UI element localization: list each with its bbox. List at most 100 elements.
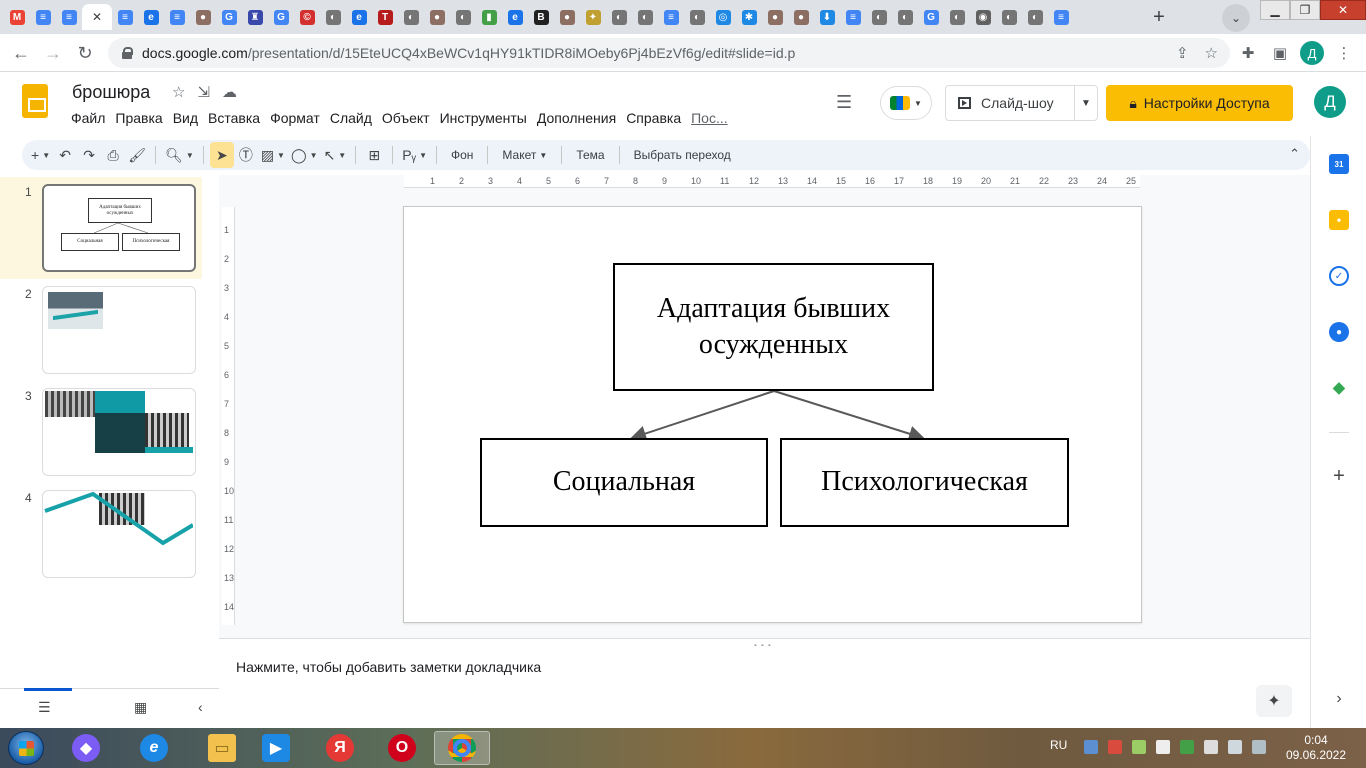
account-avatar[interactable]: Д (1314, 86, 1346, 118)
comments-icon[interactable]: ☰ (836, 92, 852, 113)
diagram-left-box[interactable]: Социальная (480, 438, 768, 527)
speaker-notes[interactable]: Нажмите, чтобы добавить заметки докладчи… (219, 646, 1310, 728)
share-page-icon[interactable]: ⇪ (1176, 44, 1189, 62)
url-input[interactable]: docs.google.com/presentation/d/15EteUCQ4… (108, 38, 1230, 68)
add-addon-icon[interactable]: + (1329, 465, 1349, 487)
browser-tab[interactable]: ⬇ (814, 4, 840, 30)
browser-tab[interactable]: B (528, 4, 554, 30)
browser-tab[interactable]: G (918, 4, 944, 30)
browser-tab[interactable]: ≡ (1048, 4, 1074, 30)
browser-tab[interactable]: ◐ (866, 4, 892, 30)
current-slide[interactable]: Адаптация бывших осужденных Социальная П… (403, 206, 1142, 623)
minimize-button[interactable]: ▁ (1260, 0, 1290, 20)
theme-button[interactable]: Тема (568, 142, 612, 168)
browser-tab[interactable]: ◐ (320, 4, 346, 30)
contacts-icon[interactable]: ● (1329, 322, 1349, 342)
calendar-icon[interactable]: 31 (1329, 154, 1349, 174)
menu-item[interactable]: Формат (265, 110, 325, 126)
taskbar-file-explorer[interactable]: ▭ (194, 731, 250, 765)
extensions-puzzle-icon[interactable]: ✚ (1238, 43, 1258, 63)
side-panel-icon[interactable]: ▣ (1270, 43, 1290, 63)
expand-side-panel-icon[interactable]: › (1329, 689, 1349, 709)
browser-tab[interactable]: ● (424, 4, 450, 30)
menu-item[interactable]: Файл (66, 110, 110, 126)
browser-tab[interactable]: ◐ (450, 4, 476, 30)
diagram-right-box[interactable]: Психологическая (780, 438, 1069, 527)
browser-tab[interactable]: ◐ (996, 4, 1022, 30)
comment-add-icon[interactable]: ⊞ (362, 142, 386, 168)
zoom-icon[interactable]: 🔍︎ ▼ (162, 142, 197, 168)
browser-tab[interactable]: G (268, 4, 294, 30)
browser-tab[interactable]: T (372, 4, 398, 30)
browser-tab[interactable]: ♜ (242, 4, 268, 30)
share-button[interactable]: 🔒︎ Настройки Доступа (1106, 85, 1293, 121)
language-indicator[interactable]: RU (1050, 738, 1067, 752)
layout-button[interactable]: Макет ▼ (494, 142, 555, 168)
tab-search-button[interactable]: ⌄ (1222, 4, 1250, 32)
notes-placeholder[interactable]: Нажмите, чтобы добавить заметки докладчи… (236, 659, 541, 675)
network-signal-icon[interactable] (1228, 740, 1242, 754)
text-box-icon[interactable]: Ⓣ (234, 142, 258, 168)
input-tools-icon[interactable]: Pᵧ ▼ (399, 142, 430, 168)
print-icon[interactable]: ⎙ (101, 142, 125, 168)
menu-item[interactable]: Справка (621, 110, 686, 126)
shape-icon[interactable]: ◯ ▼ (288, 142, 321, 168)
close-tab-icon[interactable]: ✕ (90, 10, 105, 25)
volume-icon[interactable] (1156, 740, 1170, 754)
maps-pin-icon[interactable]: ⬥ (1329, 378, 1349, 398)
diagram-top-box[interactable]: Адаптация бывших осужденных (613, 263, 934, 391)
explore-assist-icon[interactable]: ✦ (1256, 685, 1292, 717)
filmstrip-view-icon[interactable]: ☰ (38, 699, 51, 716)
meet-button[interactable]: ▼ (880, 86, 932, 120)
taskbar-chrome[interactable] (434, 731, 490, 765)
window-close-button[interactable]: ✕ (1320, 0, 1366, 20)
slideshow-button[interactable]: Слайд-шоу (946, 86, 1075, 120)
menu-item[interactable]: Объект (377, 110, 435, 126)
slide-thumbnail-4[interactable]: 4 (0, 483, 202, 585)
menu-item[interactable]: Дополнения (532, 110, 621, 126)
browser-tab[interactable]: ▮ (476, 4, 502, 30)
slides-logo-icon[interactable] (22, 84, 48, 118)
browser-tab[interactable]: ● (554, 4, 580, 30)
browser-tab[interactable]: ◐ (944, 4, 970, 30)
document-title[interactable]: брошюра (72, 82, 150, 103)
new-slide-button[interactable]: + ▼ (28, 142, 53, 168)
redo-icon[interactable]: ↷ (77, 142, 101, 168)
tasks-icon[interactable]: ✓ (1329, 266, 1349, 286)
browser-tab[interactable]: ◎ (710, 4, 736, 30)
start-button[interactable] (8, 731, 44, 765)
grid-view-icon[interactable]: ▦ (134, 699, 147, 716)
taskbar-clock[interactable]: 0:04 09.06.2022 (1284, 733, 1348, 763)
taskbar-alice-app[interactable]: ◆ (58, 731, 114, 765)
browser-tab[interactable]: e (346, 4, 372, 30)
menu-item[interactable]: Инструменты (435, 110, 532, 126)
keep-icon[interactable]: • (1329, 210, 1349, 230)
browser-tab[interactable]: ◐ (684, 4, 710, 30)
last-edit-link[interactable]: Пос... (686, 110, 733, 126)
maximize-button[interactable]: ❐ (1290, 0, 1320, 20)
background-button[interactable]: Фон (443, 142, 481, 168)
browser-tab[interactable]: ◐ (892, 4, 918, 30)
browser-tab[interactable]: G (216, 4, 242, 30)
horizontal-ruler[interactable]: 1 2 3 4 5 6 7 8 9 10 11 12 13 14 15 16 17 18 19 20 21 22 23 24 2… (404, 175, 1140, 188)
tray-app-icon[interactable] (1132, 740, 1146, 754)
notes-resize-handle[interactable]: • • • (219, 638, 1310, 650)
menu-item[interactable]: Правка (110, 110, 167, 126)
menu-item[interactable]: Вставка (203, 110, 265, 126)
back-button[interactable]: ← (10, 42, 32, 64)
reload-button[interactable]: ↻ (74, 42, 96, 64)
slideshow-dropdown[interactable]: ▼ (1075, 98, 1097, 109)
transition-button[interactable]: Выбрать переход (626, 142, 739, 168)
browser-tab[interactable]: ≡ (658, 4, 684, 30)
browser-tab[interactable]: ≡ (30, 4, 56, 30)
tray-app-icon[interactable] (1180, 740, 1194, 754)
forward-button[interactable]: → (42, 42, 64, 64)
slide-thumbnail-1[interactable]: 1 Адаптация бывших осужденных Социальная… (0, 177, 202, 279)
browser-tab[interactable]: ◐ (632, 4, 658, 30)
undo-icon[interactable]: ↶ (53, 142, 77, 168)
browser-tab[interactable]: ✱ (736, 4, 762, 30)
taskbar-media-player[interactable]: ▶ (248, 731, 304, 765)
menu-item[interactable]: Слайд (325, 110, 377, 126)
new-tab-button[interactable]: + (1146, 4, 1172, 30)
collapse-toolbar-icon[interactable]: ⌃ (1289, 146, 1300, 162)
